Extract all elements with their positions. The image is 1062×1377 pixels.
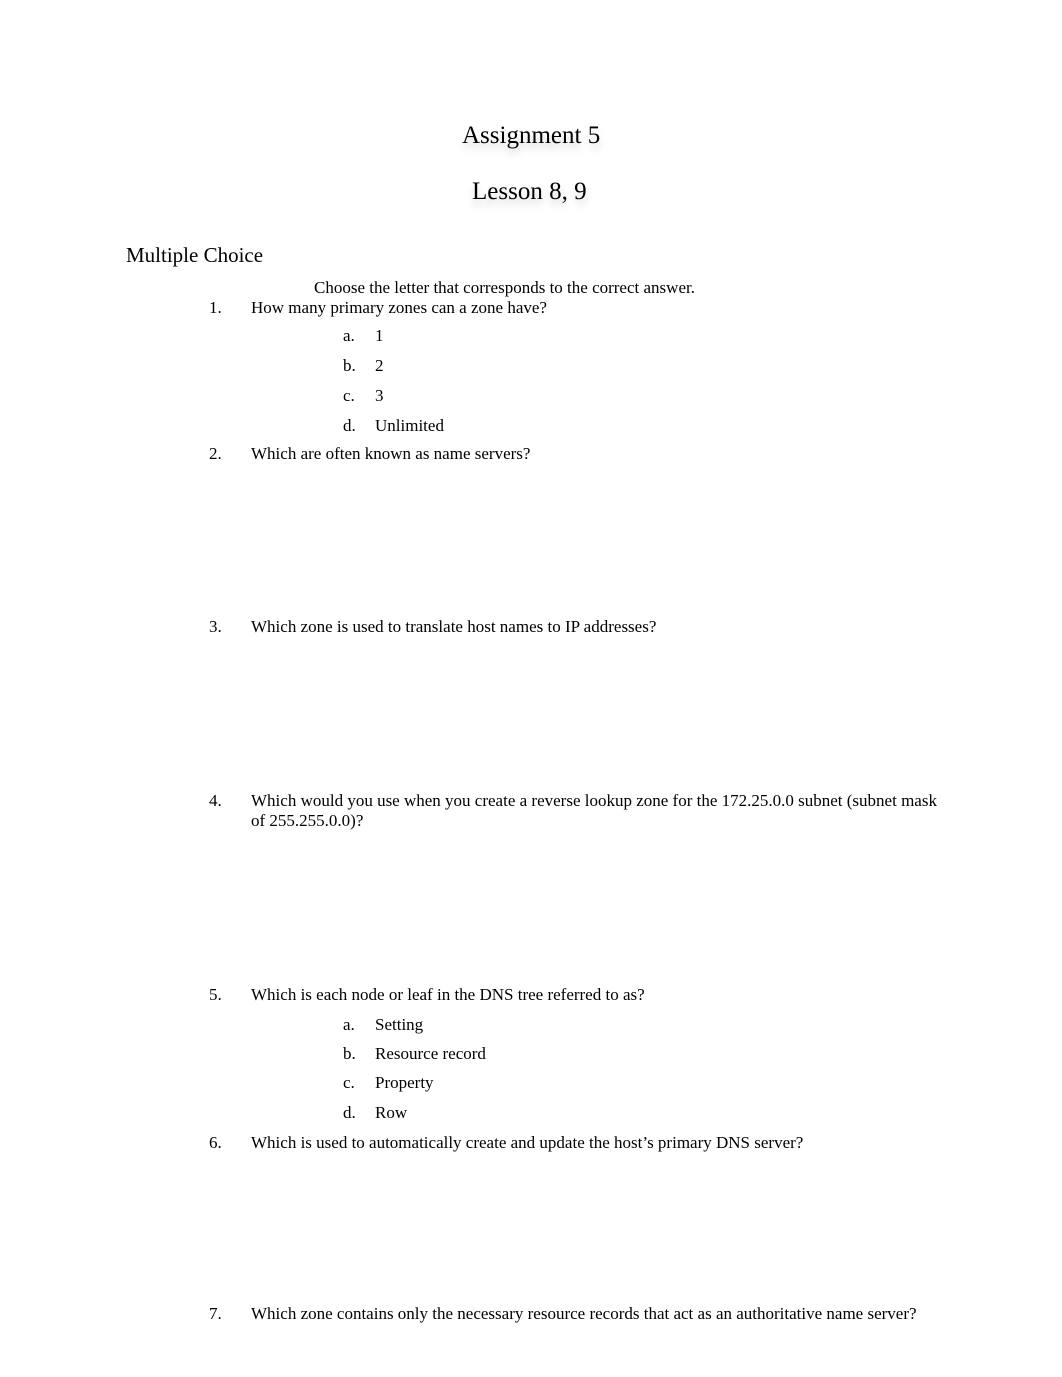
option-text: 2: [375, 356, 384, 375]
option-letter: a.: [343, 326, 355, 345]
question-number: 7.: [209, 1304, 222, 1323]
option-letter: d.: [343, 416, 356, 435]
option-text: Row: [375, 1103, 408, 1122]
section-heading: Multiple Choice: [126, 243, 264, 267]
option-letter: a.: [343, 1015, 355, 1034]
option-letter: b.: [343, 356, 356, 375]
question-text: Which would you use when you create a re…: [251, 791, 937, 830]
question-number: 3.: [209, 617, 222, 636]
question-text: Which are often known as name servers?: [251, 444, 531, 463]
question-number: 2.: [209, 444, 222, 463]
option-letter: b.: [343, 1044, 356, 1063]
option-text: Property: [375, 1073, 434, 1092]
option-text: 3: [375, 386, 384, 405]
question-text: Which zone contains only the necessary r…: [251, 1304, 917, 1323]
question-text: Which is each node or leaf in the DNS tr…: [251, 985, 645, 1004]
document-subtitle: Lesson 8, 9: [472, 178, 587, 205]
question-number: 6.: [209, 1133, 222, 1152]
question-number: 5.: [209, 985, 222, 1004]
option-letter: d.: [343, 1103, 356, 1122]
option-letter: c.: [343, 1073, 355, 1092]
question-number: 1.: [209, 298, 222, 317]
option-text: Setting: [375, 1015, 424, 1034]
question-text: How many primary zones can a zone have?: [251, 298, 547, 317]
option-text: 1: [375, 326, 384, 345]
option-text: Unlimited: [375, 416, 444, 435]
instructions: Choose the letter that corresponds to th…: [314, 278, 695, 297]
option-letter: c.: [343, 386, 355, 405]
document-title: Assignment 5: [462, 122, 601, 149]
question-text: Which zone is used to translate host nam…: [251, 617, 657, 636]
question-number: 4.: [209, 791, 222, 810]
option-text: Resource record: [375, 1044, 486, 1063]
question-text: Which is used to automatically create an…: [251, 1133, 804, 1152]
